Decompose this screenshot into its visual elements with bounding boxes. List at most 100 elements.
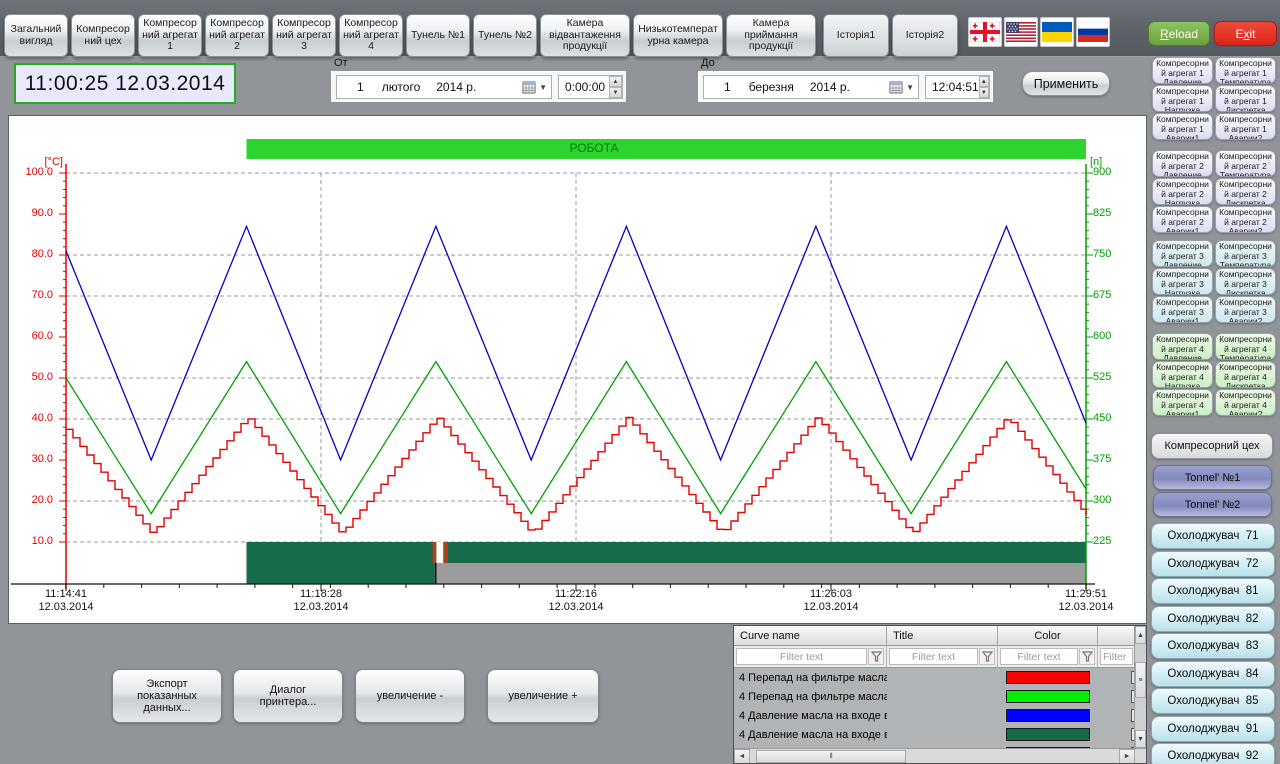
to-date-picker[interactable]: 1 березня 2014 р. ▼: [703, 75, 919, 99]
filter-funnel-icon[interactable]: [1079, 648, 1095, 665]
vscroll-thumb[interactable]: ≡: [1135, 662, 1146, 698]
reload-button[interactable]: Reload: [1148, 21, 1210, 46]
to-time-spinner[interactable]: ▲▼: [979, 76, 989, 98]
sidebar-unit-button[interactable]: Компресорний агрегат 2 Аварии1: [1152, 206, 1213, 233]
toolbar-tab[interactable]: Загальний вигляд: [4, 14, 68, 57]
footer-button[interactable]: Экспорт показанных данных...: [112, 669, 222, 723]
sidebar-unit-button[interactable]: Компресорний агрегат 4 Аварии2: [1215, 389, 1276, 416]
toolbar-tab[interactable]: Компресорний агрегат 4: [339, 14, 403, 57]
sidebar-unit-button[interactable]: Компресорний агрегат 2 Аварии2: [1215, 206, 1276, 233]
toolbar-tab[interactable]: Історія1: [823, 14, 889, 57]
sidebar-unit-button[interactable]: Компресорний агрегат 4 Нагрузка: [1152, 361, 1213, 388]
scroll-right-icon[interactable]: ►: [1119, 749, 1135, 764]
toolbar-tab[interactable]: Компресорний цех: [71, 14, 135, 57]
scroll-left-icon[interactable]: ◄: [734, 749, 750, 764]
horizontal-scrollbar[interactable]: ◄ ⦀ ►: [734, 748, 1147, 764]
table-header-cell[interactable]: [1098, 626, 1136, 646]
from-time-spinner[interactable]: ▲▼: [609, 76, 622, 98]
sidebar-cooler-button[interactable]: Охолоджувач 85: [1151, 688, 1275, 714]
sidebar-cooler-button[interactable]: Охолоджувач 72: [1151, 551, 1275, 577]
sidebar-unit-button[interactable]: Компресорний агрегат 3 Аварии1: [1152, 296, 1213, 323]
apply-button[interactable]: Применить: [1022, 71, 1110, 96]
vertical-scrollbar[interactable]: ▲ ≡ ▼: [1134, 626, 1146, 748]
toolbar-tab[interactable]: Низькотемпературна камера: [633, 14, 723, 57]
sidebar-tunnel-button[interactable]: Tonnel' №1: [1153, 465, 1272, 490]
spin-down-icon[interactable]: ▼: [979, 87, 989, 98]
toolbar-tab[interactable]: Камера приймання продукції: [726, 14, 816, 57]
sidebar-unit-button[interactable]: Компресорний агрегат 3 Температура: [1215, 240, 1276, 267]
sidebar-cooler-button[interactable]: Охолоджувач 92: [1151, 743, 1275, 764]
from-date-picker[interactable]: 1 лютого 2014 р. ▼: [336, 75, 552, 99]
sidebar-cooler-button[interactable]: Охолоджувач 81: [1151, 578, 1275, 604]
sidebar-unit-button[interactable]: Компресорний агрегат 4 Температура: [1215, 333, 1276, 360]
table-header-cell[interactable]: Curve name: [734, 626, 887, 646]
table-row[interactable]: 4 Перепад на фильтре масла ...: [734, 668, 1136, 687]
filter-input[interactable]: [1100, 648, 1133, 665]
table-header-cell[interactable]: Title: [887, 626, 998, 646]
calendar-icon: [889, 81, 903, 94]
toolbar-tab[interactable]: Тунель №2: [473, 14, 537, 57]
sidebar-unit-button[interactable]: Компресорний агрегат 2 Давление: [1152, 150, 1213, 177]
filter-funnel-icon[interactable]: [979, 648, 995, 665]
filter-input[interactable]: [889, 648, 978, 665]
georgia-flag-button[interactable]: [968, 17, 1002, 47]
sidebar-unit-button[interactable]: Компресорний агрегат 4 Давление: [1152, 333, 1213, 360]
sidebar-unit-button[interactable]: Компресорний агрегат 4 Аварии1: [1152, 389, 1213, 416]
sidebar-unit-button[interactable]: Компресорний агрегат 1 Давление: [1152, 57, 1213, 84]
color-swatch: [1006, 690, 1090, 703]
sidebar-cooler-button[interactable]: Охолоджувач 91: [1151, 716, 1275, 742]
filter-input[interactable]: [1000, 648, 1078, 665]
toolbar-tab[interactable]: Компресорний агрегат 1: [138, 14, 202, 57]
sidebar-unit-button[interactable]: Компресорний агрегат 3 Аварии2: [1215, 296, 1276, 323]
toolbar-tab[interactable]: Компресорний агрегат 2: [205, 14, 269, 57]
sidebar-unit-button[interactable]: Компресорний агрегат 3 Нагрузка: [1152, 268, 1213, 295]
scroll-down-icon[interactable]: ▼: [1135, 730, 1146, 748]
footer-button[interactable]: Диалог принтера...: [233, 669, 343, 723]
to-calendar-dropdown[interactable]: ▼: [889, 81, 918, 94]
ukraine-flag-button[interactable]: [1040, 17, 1074, 47]
footer-button[interactable]: увеличение +: [487, 669, 599, 723]
sidebar-unit-button[interactable]: Компресорний агрегат 4 Дискретка: [1215, 361, 1276, 388]
toolbar-tab[interactable]: Тунель №1: [406, 14, 470, 57]
sidebar-unit-button[interactable]: Компресорний агрегат 1 Температура: [1215, 57, 1276, 84]
footer-button[interactable]: увеличение -: [355, 669, 465, 723]
sidebar-unit-button[interactable]: Компресорний агрегат 3 Дискретка: [1215, 268, 1276, 295]
filter-funnel-icon[interactable]: [868, 648, 884, 665]
russia-flag-button[interactable]: [1076, 17, 1110, 47]
table-row[interactable]: 4 Давление масла на входе в...: [734, 706, 1136, 725]
from-calendar-dropdown[interactable]: ▼: [522, 81, 551, 94]
trend-plot[interactable]: [9, 116, 1148, 625]
sidebar-cooler-button[interactable]: Охолоджувач 71: [1151, 523, 1275, 549]
sidebar-unit-button[interactable]: Компресорний агрегат 2 Нагрузка: [1152, 178, 1213, 205]
scroll-up-icon[interactable]: ▲: [1135, 626, 1146, 644]
toolbar-tab[interactable]: Камера відвантаження продукції: [540, 14, 630, 57]
to-time-field[interactable]: 12:04:51 ▲▼: [925, 75, 990, 99]
sidebar-unit-button[interactable]: Компресорний агрегат 1 Аварии1: [1152, 113, 1213, 140]
table-row[interactable]: 4 Перепад на фильтре масла к...: [734, 687, 1136, 706]
sidebar-unit-button[interactable]: Компресорний агрегат 3 Давление: [1152, 240, 1213, 267]
spin-down-icon[interactable]: ▼: [609, 87, 622, 98]
sidebar-shop-button[interactable]: Компресорний цех: [1151, 433, 1273, 459]
sidebar-unit-button[interactable]: Компресорний агрегат 1 Аварии2: [1215, 113, 1276, 140]
sidebar-cooler-button[interactable]: Охолоджувач 84: [1151, 661, 1275, 687]
spin-up-icon[interactable]: ▲: [979, 76, 989, 87]
color-swatch: [1006, 709, 1090, 722]
toolbar-tab[interactable]: Історія2: [892, 14, 958, 57]
sidebar-unit-button[interactable]: Компресорний агрегат 1 Дискретка: [1215, 85, 1276, 112]
curve-checkbox-cell: [1098, 687, 1136, 706]
sidebar-tunnel-button[interactable]: Tonnel' №2: [1153, 492, 1272, 517]
sidebar-unit-button[interactable]: Компресорний агрегат 2 Дискретка: [1215, 178, 1276, 205]
sidebar-cooler-button[interactable]: Охолоджувач 83: [1151, 633, 1275, 659]
table-row[interactable]: 4 Давление масла на входе в...: [734, 725, 1136, 744]
spin-up-icon[interactable]: ▲: [609, 76, 622, 87]
hscroll-thumb[interactable]: ⦀: [756, 750, 906, 763]
toolbar-tab[interactable]: Компресорний агрегат 3: [272, 14, 336, 57]
usa-flag-button[interactable]: [1004, 17, 1038, 47]
sidebar-unit-button[interactable]: Компресорний агрегат 2 Температура: [1215, 150, 1276, 177]
filter-input[interactable]: [736, 648, 867, 665]
sidebar-unit-button[interactable]: Компресорний агрегат 1 Нагрузка: [1152, 85, 1213, 112]
from-time-field[interactable]: 0:00:00 ▲▼: [558, 75, 623, 99]
exit-button[interactable]: Exit: [1214, 21, 1277, 46]
sidebar-cooler-button[interactable]: Охолоджувач 82: [1151, 606, 1275, 632]
table-header-cell[interactable]: Color: [998, 626, 1098, 646]
